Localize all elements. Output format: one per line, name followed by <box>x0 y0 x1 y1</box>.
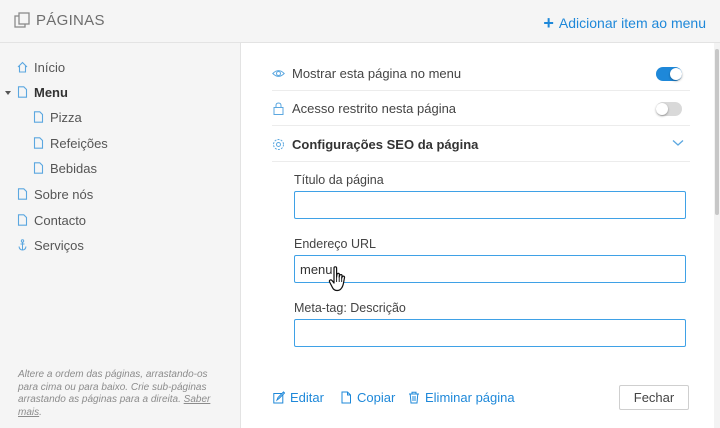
help-text-body: Altere a ordem das páginas, arrastando-o… <box>18 369 208 405</box>
sidebar-item-menu[interactable]: Menu <box>17 85 68 100</box>
meta-description-field-label: Meta-tag: Descrição <box>294 301 406 315</box>
expand-caret-icon[interactable] <box>5 91 11 95</box>
trash-icon <box>409 391 419 404</box>
page-icon <box>33 111 44 123</box>
page-icon <box>17 86 28 98</box>
meta-description-input[interactable] <box>294 319 686 347</box>
page-title-field-label: Título da página <box>294 173 384 187</box>
url-input[interactable] <box>294 255 686 283</box>
sidebar-item-label: Contacto <box>34 213 87 228</box>
page-title: PÁGINAS <box>36 12 105 29</box>
url-field-label: Endereço URL <box>294 237 376 251</box>
show-in-menu-row: Mostrar esta página no menu <box>272 56 690 91</box>
page-icon <box>33 162 44 174</box>
restricted-access-row: Acesso restrito nesta página <box>272 91 690 126</box>
show-in-menu-label: Mostrar esta página no menu <box>292 66 462 81</box>
close-button[interactable]: Fechar <box>619 385 689 410</box>
scrollbar-thumb[interactable] <box>715 49 719 215</box>
eye-icon <box>272 70 285 77</box>
copy-icon <box>341 391 351 404</box>
toggle-knob <box>656 103 668 115</box>
seo-settings-row[interactable]: Configurações SEO da página <box>272 127 690 162</box>
sidebar-item-label: Início <box>34 60 66 75</box>
sidebar-item-inicio[interactable]: Início <box>17 60 65 75</box>
edit-icon <box>273 391 285 404</box>
lock-icon <box>273 102 284 115</box>
seo-settings-label: Configurações SEO da página <box>292 137 479 152</box>
edit-label: Editar <box>290 390 324 405</box>
sidebar-item-label: Bebidas <box>50 161 97 176</box>
scrollbar[interactable] <box>714 43 720 428</box>
show-in-menu-toggle[interactable] <box>656 67 682 81</box>
add-menu-item-label: Adicionar item ao menu <box>558 15 706 31</box>
sidebar-item-label: Pizza <box>50 110 82 125</box>
reorder-help-text: Altere a ordem das páginas, arrastando-o… <box>18 369 211 418</box>
sidebar-item-label: Menu <box>34 85 68 100</box>
plus-icon: + <box>543 13 554 33</box>
toggle-knob <box>670 68 682 80</box>
page-settings-panel: Mostrar esta página no menu Acesso restr… <box>242 43 720 428</box>
edit-button[interactable]: Editar <box>273 390 324 405</box>
page-title-input[interactable] <box>294 191 686 219</box>
delete-page-button[interactable]: Eliminar página <box>408 390 515 405</box>
copy-button[interactable]: Copiar <box>340 390 395 405</box>
delete-page-label: Eliminar página <box>425 390 515 405</box>
sidebar-item-label: Sobre nós <box>34 187 94 202</box>
header-bar: PÁGINAS + Adicionar item ao menu <box>0 0 720 43</box>
sidebar-item-sobre-nos[interactable]: Sobre nós <box>17 187 93 202</box>
restricted-access-toggle[interactable] <box>656 102 682 116</box>
gear-icon <box>273 139 284 150</box>
sidebar-item-contacto[interactable]: Contacto <box>17 213 86 228</box>
page-icon <box>17 214 28 226</box>
sidebar-item-label: Serviços <box>34 238 84 253</box>
sidebar-item-label: Refeições <box>50 136 108 151</box>
sidebar-item-pizza[interactable]: Pizza <box>33 110 82 125</box>
home-icon <box>17 61 28 73</box>
add-menu-item-button[interactable]: + Adicionar item ao menu <box>543 12 706 33</box>
anchor-icon <box>18 239 27 251</box>
copy-label: Copiar <box>357 390 396 405</box>
restricted-access-label: Acesso restrito nesta página <box>292 101 457 116</box>
sidebar: Início Menu Pizza Refeições Bebidas Sobr… <box>0 43 241 428</box>
page-icon <box>33 137 44 149</box>
page-icon <box>17 188 28 200</box>
sidebar-item-bebidas[interactable]: Bebidas <box>33 161 97 176</box>
sidebar-item-refeicoes[interactable]: Refeições <box>33 136 108 151</box>
chevron-down-icon[interactable] <box>672 139 684 147</box>
sidebar-item-servicos[interactable]: Serviços <box>17 238 84 253</box>
pages-icon <box>14 12 30 28</box>
